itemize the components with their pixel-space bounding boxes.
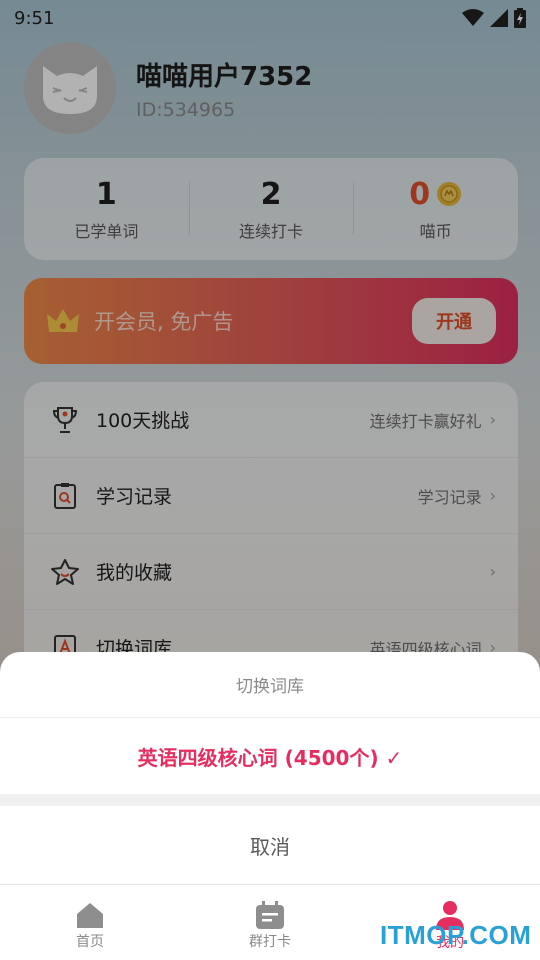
switch-wordbook-sheet: 切换词库 英语四级核心词 (4500个) ✓ 取消	[0, 652, 540, 884]
tab-label: 首页	[76, 933, 104, 950]
tab-group-checkin[interactable]: 群打卡	[180, 885, 360, 960]
watermark: ITMOP.COM	[380, 920, 532, 950]
cancel-button[interactable]: 取消	[0, 806, 540, 884]
tab-home[interactable]: 首页	[0, 885, 180, 960]
wordbook-option-cet4[interactable]: 英语四级核心词 (4500个) ✓	[0, 718, 540, 794]
home-icon	[77, 902, 103, 928]
sheet-divider	[0, 794, 540, 806]
sheet-title: 切换词库	[0, 652, 540, 718]
tab-label: 群打卡	[249, 933, 291, 950]
calendar-icon	[256, 900, 284, 929]
